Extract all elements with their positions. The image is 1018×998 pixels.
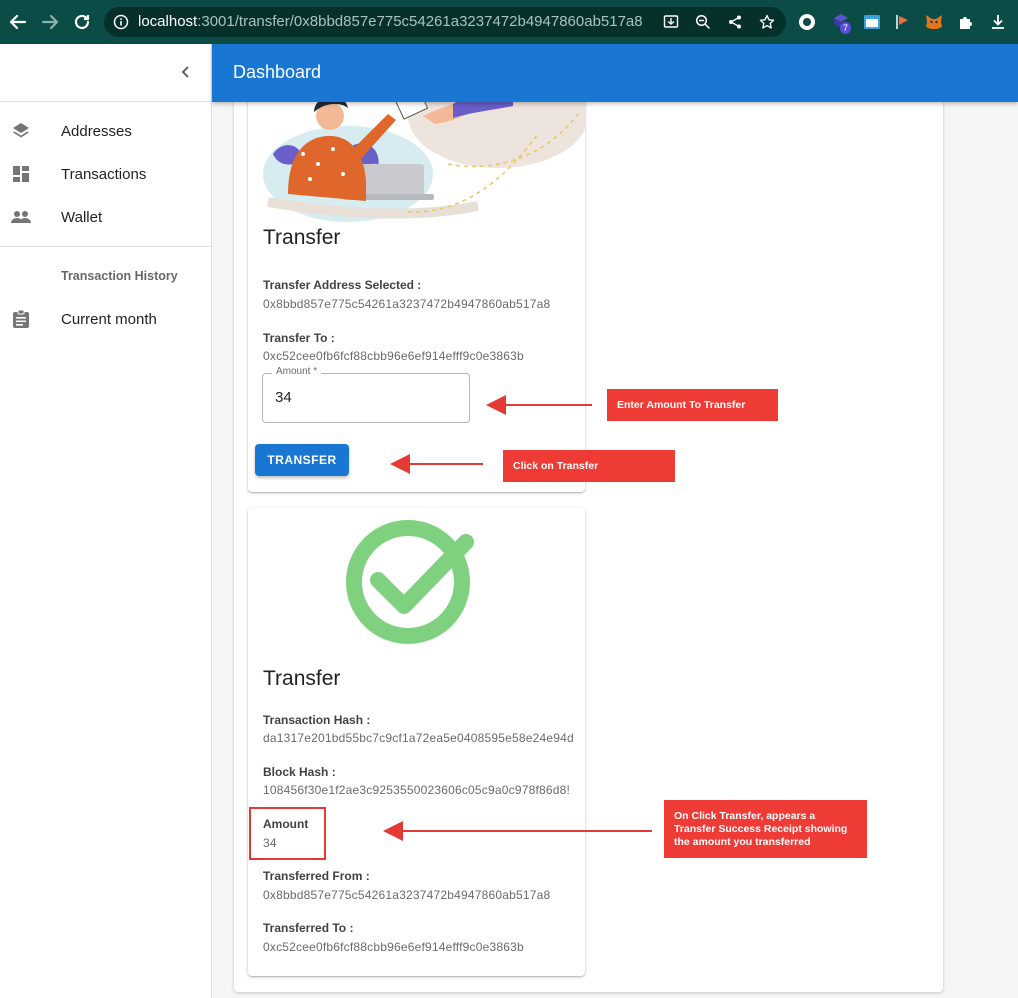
- callout-receipt-note: On Click Transfer, appears a Transfer Su…: [664, 800, 867, 858]
- sidebar-header: [0, 44, 211, 102]
- tx-hash-label: Transaction Hash :: [263, 713, 371, 727]
- callout-click-transfer: Click on Transfer: [503, 450, 675, 482]
- metamask-fox-icon[interactable]: [924, 12, 944, 32]
- back-arrow-icon[interactable]: [6, 10, 30, 34]
- section-header-transaction-history: Transaction History: [61, 269, 178, 283]
- sidebar-item-label: Wallet: [61, 208, 103, 226]
- extensions-puzzle-icon[interactable]: [956, 12, 976, 32]
- transferred-to-value: 0xc52cee0fb6fcf88cbb96e6ef914efff9c0e386…: [263, 940, 524, 954]
- sidebar-item-label: Addresses: [61, 122, 132, 140]
- main-content: Transfer Transfer Address Selected : 0x8…: [212, 102, 1018, 998]
- extension-flag-icon[interactable]: [893, 12, 913, 32]
- zoom-icon[interactable]: [694, 13, 712, 31]
- chevron-left-icon[interactable]: [176, 62, 196, 82]
- sidebar: Addresses Transactions Wallet Transactio…: [0, 44, 212, 998]
- url-text: localhost:3001/transfer/0x8bbd857e775c54…: [138, 13, 643, 30]
- bookmark-star-icon[interactable]: [758, 13, 776, 31]
- transferred-to-label: Transferred To :: [263, 921, 354, 935]
- forward-arrow-icon[interactable]: [38, 10, 62, 34]
- extension-circle-icon[interactable]: [797, 12, 817, 32]
- transfer-address-value: 0x8bbd857e775c54261a3237472b4947860ab517…: [263, 297, 551, 311]
- transfer-button[interactable]: TRANSFER: [255, 444, 349, 476]
- url-path: :3001/transfer/0x8bbd857e775c54261a32374…: [197, 13, 643, 30]
- tx-hash-value: da1317e201bd55bc7c9cf1a72ea5e0408595e58e…: [263, 731, 574, 745]
- sidebar-divider: [0, 246, 211, 247]
- transferred-from-value: 0x8bbd857e775c54261a3237472b4947860ab517…: [263, 888, 551, 902]
- install-app-icon[interactable]: [662, 13, 680, 31]
- transfer-illustration: [263, 102, 585, 222]
- block-hash-value: 108456f30e1f2ae3c9253550023606c05c9a0c97…: [263, 783, 571, 797]
- assignment-icon: [10, 308, 32, 330]
- amount-highlight-box: [249, 807, 326, 860]
- extension-badge-icon[interactable]: 7: [831, 12, 852, 34]
- transfer-to-value: 0xc52cee0fb6fcf88cbb96e6ef914efff9c0e386…: [263, 349, 524, 363]
- sidebar-item-wallet[interactable]: Wallet: [0, 197, 211, 237]
- block-hash-label: Block Hash :: [263, 765, 336, 779]
- transfer-to-label: Transfer To :: [263, 331, 335, 345]
- transfer-address-label: Transfer Address Selected :: [263, 278, 422, 292]
- reload-icon[interactable]: [70, 10, 94, 34]
- site-info-icon[interactable]: [112, 13, 130, 31]
- address-bar[interactable]: localhost:3001/transfer/0x8bbd857e775c54…: [104, 7, 786, 37]
- sidebar-item-label: Current month: [61, 310, 157, 328]
- success-check-icon: [346, 520, 474, 644]
- sidebar-item-addresses[interactable]: Addresses: [0, 111, 211, 151]
- browser-toolbar: localhost:3001/transfer/0x8bbd857e775c54…: [0, 0, 1018, 44]
- sidebar-item-current-month[interactable]: Current month: [0, 299, 211, 339]
- share-icon[interactable]: [726, 13, 744, 31]
- sidebar-item-label: Transactions: [61, 165, 147, 183]
- transferred-from-label: Transferred From :: [263, 869, 370, 883]
- amount-input[interactable]: [275, 389, 455, 406]
- url-host: localhost: [138, 13, 198, 30]
- transfer-card: Transfer Transfer Address Selected : 0x8…: [248, 102, 585, 492]
- callout-enter-amount: Enter Amount To Transfer: [607, 389, 778, 421]
- layers-icon: [10, 120, 32, 142]
- app-bar: Dashboard: [212, 44, 1018, 102]
- transfer-title: Transfer: [263, 226, 341, 249]
- extension-window-icon[interactable]: [862, 12, 882, 32]
- receipt-title: Transfer: [263, 667, 341, 690]
- people-icon: [10, 206, 32, 228]
- page-title: Dashboard: [233, 62, 322, 82]
- extension-badge-count: 7: [840, 22, 852, 34]
- dashboard-icon: [10, 163, 32, 185]
- receipt-card: Transfer Transaction Hash : da1317e201bd…: [248, 508, 585, 976]
- download-icon[interactable]: [988, 12, 1008, 32]
- amount-field-label: Amount *: [272, 366, 322, 377]
- sidebar-item-transactions[interactable]: Transactions: [0, 154, 211, 194]
- amount-field[interactable]: Amount *: [262, 366, 470, 423]
